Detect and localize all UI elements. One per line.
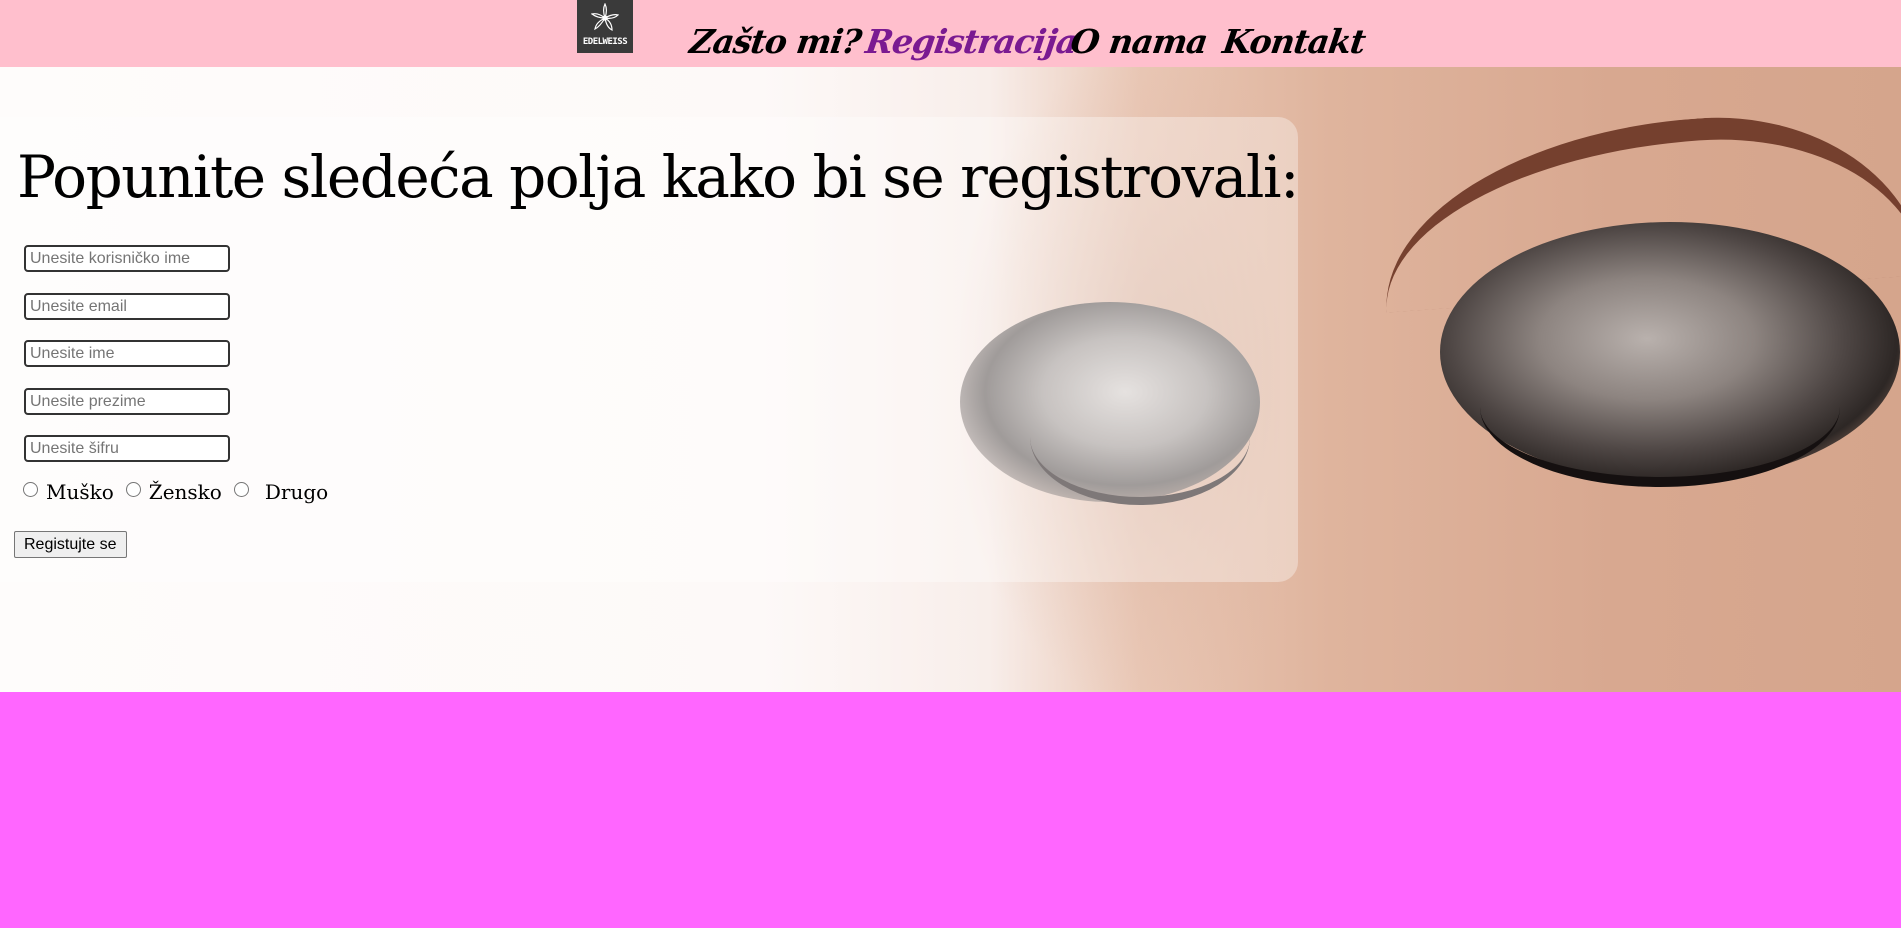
logo-text: EDELWEISS	[582, 37, 628, 47]
gender-radio-other[interactable]	[233, 482, 249, 497]
gender-radio-group: Muško Žensko Drugo	[23, 480, 340, 504]
username-field[interactable]	[24, 245, 230, 272]
register-button[interactable]: Registujte se	[14, 531, 127, 558]
last-name-field[interactable]	[24, 388, 230, 415]
edelweiss-logo[interactable]: EDELWEISS	[577, 0, 633, 53]
gender-radio-female[interactable]	[125, 482, 141, 497]
gender-label-male: Muško	[46, 480, 114, 504]
gender-label-female: Žensko	[148, 480, 222, 504]
footer	[0, 692, 1901, 928]
password-field[interactable]	[24, 435, 230, 462]
first-name-field[interactable]	[24, 340, 230, 367]
nav-link-o-nama[interactable]: O nama	[1068, 22, 1209, 61]
edelweiss-flower-icon	[591, 3, 619, 31]
gender-label-other: Drugo	[264, 480, 329, 504]
navbar: EDELWEISS Zašto mi? Registracija O nama …	[0, 0, 1901, 67]
nav-link-zasto-mi[interactable]: Zašto mi?	[687, 22, 863, 61]
gender-radio-male[interactable]	[23, 482, 38, 497]
nav-link-registracija[interactable]: Registracija	[863, 22, 1079, 61]
email-field[interactable]	[24, 293, 230, 320]
nav-link-kontakt[interactable]: Kontakt	[1220, 22, 1367, 61]
registration-title: Popunite sledeća polja kako bi se regist…	[17, 143, 1300, 211]
hero-image-eyelashes	[1480, 407, 1840, 487]
hero-section: Popunite sledeća polja kako bi se regist…	[0, 67, 1901, 692]
